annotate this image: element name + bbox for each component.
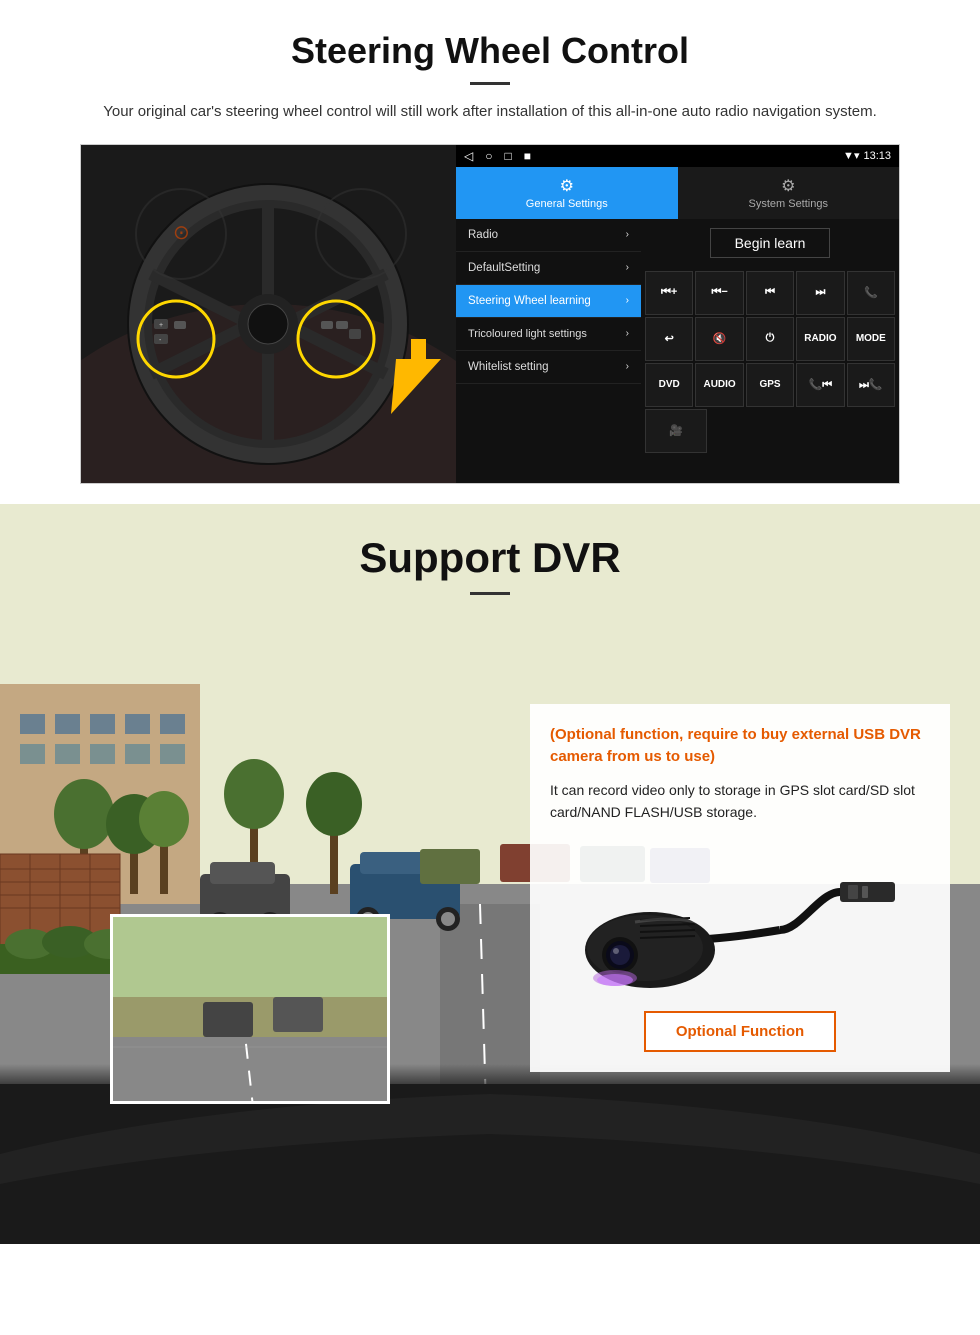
dvr-optional-text: (Optional function, require to buy exter…: [550, 724, 930, 769]
btn-call[interactable]: 📞: [847, 271, 895, 315]
btn-hangup[interactable]: ↩: [645, 317, 693, 361]
tab-general-label: General Settings: [526, 198, 608, 210]
btn-prev[interactable]: ⏮: [746, 271, 794, 315]
btn-dvd[interactable]: DVD: [645, 363, 693, 407]
menu-tricolour[interactable]: Tricoloured light settings ›: [456, 318, 641, 351]
gear-icon: ⚙: [560, 176, 574, 196]
tab-general[interactable]: ⚙ General Settings: [456, 167, 678, 219]
btn-mode[interactable]: MODE: [847, 317, 895, 361]
menu-icon: ■: [524, 149, 531, 163]
btn-power[interactable]: ⏻: [746, 317, 794, 361]
time-display: 13:13: [863, 150, 891, 162]
controls-row-1: ⏮+ ⏮− ⏮ ⏭ 📞: [645, 271, 895, 315]
screenshot-container: + - ⊙ ◁ ○ □ ■: [80, 144, 900, 484]
btn-radio[interactable]: RADIO: [796, 317, 844, 361]
svg-text:+: +: [159, 322, 163, 329]
dvr-description: It can record video only to storage in G…: [550, 779, 930, 824]
dvr-section: Support DVR (Optional function, require …: [0, 504, 980, 1244]
left-menu: Radio › DefaultSetting › Steering Wheel …: [456, 219, 641, 483]
btn-gps[interactable]: GPS: [746, 363, 794, 407]
begin-learn-row: Begin learn: [641, 219, 899, 267]
chevron-steering: ›: [626, 295, 629, 306]
menu-steering-wheel[interactable]: Steering Wheel learning ›: [456, 285, 641, 318]
right-panel: Begin learn ⏮+ ⏮− ⏮ ⏭ 📞 ↩ 🔇: [641, 219, 899, 483]
settings-tabs: ⚙ General Settings ⚙ System Settings: [456, 167, 899, 219]
btn-call-prev[interactable]: 📞⏮: [796, 363, 844, 407]
tab-system[interactable]: ⚙ System Settings: [678, 167, 900, 219]
tab-system-label: System Settings: [749, 198, 828, 210]
menu-default-setting[interactable]: DefaultSetting ›: [456, 252, 641, 285]
steering-section: Steering Wheel Control Your original car…: [0, 0, 980, 504]
steering-photo: + - ⊙: [81, 145, 456, 483]
chevron-radio: ›: [626, 229, 629, 240]
btn-vol-up[interactable]: ⏮+: [645, 271, 693, 315]
steering-subtitle: Your original car's steering wheel contr…: [80, 101, 900, 124]
system-icon: ⚙: [781, 176, 795, 196]
btn-camera[interactable]: 🎥: [645, 409, 707, 453]
btn-next[interactable]: ⏭: [796, 271, 844, 315]
svg-text:⊙: ⊙: [173, 222, 190, 244]
chevron-tricolour: ›: [626, 328, 629, 339]
btn-next-call[interactable]: ⏭📞: [847, 363, 895, 407]
main-content: Radio › DefaultSetting › Steering Wheel …: [456, 219, 899, 483]
status-bar: ◁ ○ □ ■ ▼ ▾ 13:13: [456, 145, 899, 167]
btn-vol-down[interactable]: ⏮−: [695, 271, 743, 315]
dvr-thumbnail: [110, 914, 390, 1104]
title-divider: [470, 82, 510, 85]
controls-row-4: 🎥: [645, 409, 895, 453]
menu-radio[interactable]: Radio ›: [456, 219, 641, 252]
steering-title: Steering Wheel Control: [40, 30, 940, 72]
begin-learn-button[interactable]: Begin learn: [710, 228, 831, 258]
controls-row-3: DVD AUDIO GPS 📞⏮ ⏭📞: [645, 363, 895, 407]
wifi-icon: ▾: [854, 149, 860, 162]
chevron-default: ›: [626, 262, 629, 273]
recents-icon: □: [504, 149, 511, 163]
controls-grid: ⏮+ ⏮− ⏮ ⏭ 📞 ↩ 🔇 ⏻ RADIO MODE: [641, 267, 899, 483]
chevron-whitelist: ›: [626, 361, 629, 372]
dvr-title-divider: [470, 592, 510, 595]
nav-icons: ◁ ○ □ ■: [464, 149, 531, 163]
back-icon: ◁: [464, 149, 473, 163]
dvr-camera-image: [550, 837, 930, 997]
dvr-info-box: (Optional function, require to buy exter…: [530, 704, 950, 1073]
dvr-title: Support DVR: [0, 534, 980, 582]
android-ui: ◁ ○ □ ■ ▼ ▾ 13:13 ⚙ General Settings ⚙ S…: [456, 145, 899, 483]
controls-row-2: ↩ 🔇 ⏻ RADIO MODE: [645, 317, 895, 361]
btn-mute[interactable]: 🔇: [695, 317, 743, 361]
home-icon: ○: [485, 149, 492, 163]
optional-function-button[interactable]: Optional Function: [644, 1011, 836, 1052]
dvr-title-overlay: Support DVR: [0, 534, 980, 595]
btn-audio[interactable]: AUDIO: [695, 363, 743, 407]
menu-whitelist[interactable]: Whitelist setting ›: [456, 351, 641, 384]
signal-icon: ▼: [843, 150, 854, 162]
